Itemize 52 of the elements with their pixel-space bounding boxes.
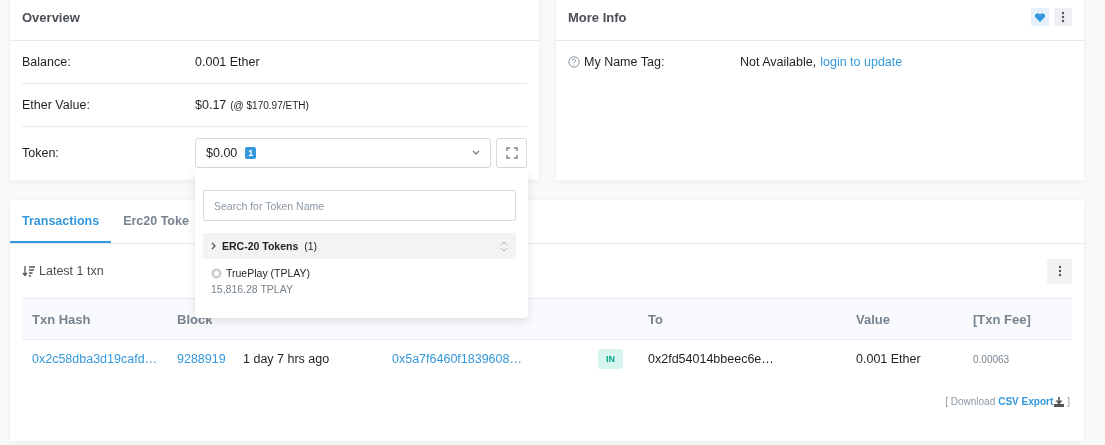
kebab-icon [1061,11,1065,23]
column-header: Value [856,311,890,327]
field-value: $0.17 [195,98,227,112]
price-note: (@ $170.97/ETH) [230,99,309,111]
csv-export-link[interactable]: CSV Export [998,396,1065,407]
group-count: (1) [304,240,318,252]
sort-icon [22,265,36,277]
group-label: ERC-20 Tokens [222,240,299,252]
count-badge: 1 [245,147,257,159]
search-field[interactable]: Search for Token Name [203,190,516,221]
kebab-icon [1057,265,1062,277]
expand-icon [505,147,518,159]
favorite-button[interactable] [1031,8,1049,26]
download-label: [ Download [945,396,996,407]
column-header: To [648,311,663,327]
field-label: My Name Tag: [584,55,665,69]
token-group-header[interactable]: ERC-20 Tokens (1) [203,233,516,259]
column-header: Txn Hash [32,311,91,327]
transaction-count: Latest 1 txn [39,264,104,278]
expand-button[interactable] [496,138,527,168]
table-cell: 0.001 Ether [856,352,921,366]
download-icon [1054,396,1065,407]
card-title: Overview [22,9,80,25]
column-header: [Txn Fee] [973,311,1031,327]
table-link[interactable]: 0x5a7f6460f1839608… [392,352,522,366]
field-value: 0.001 Ether [195,55,260,69]
caret-icon [472,150,480,156]
heart-icon [1034,11,1046,23]
field-label: Balance: [22,55,72,69]
help-icon [568,56,580,68]
field-value: Not Available, [740,55,817,69]
tab[interactable]: Transactions [10,200,112,243]
chevron-right-icon [211,242,216,250]
field-label: Token: [22,146,60,160]
token-value: $0.00 [206,146,238,160]
table-link[interactable]: 0x2c58dba3d19cafd… [32,352,158,366]
bracket: ] [1067,396,1070,407]
token-item[interactable]: TruePlay (TPLAY) 15,816.28 TPLAY [203,259,516,303]
table-cell: 0x2fd54014bbeec6e… [648,352,774,366]
more-button[interactable] [1054,8,1072,26]
token-name: TruePlay (TPLAY) [226,267,311,279]
sort-icon [500,240,508,252]
direction-badge: IN [598,349,623,369]
table-cell: 1 day 7 hrs ago [243,352,330,366]
token-icon [211,267,222,279]
login-link[interactable]: login to update [820,55,903,69]
card-title: More Info [568,9,627,25]
token-amount: 15,816.28 TPLAY [211,283,294,295]
field-label: Ether Value: [22,98,91,112]
token-select[interactable]: $0.00 1 [195,138,491,168]
table-cell: 0.00063 [973,353,1010,365]
table-link[interactable]: 9288919 [177,352,226,366]
